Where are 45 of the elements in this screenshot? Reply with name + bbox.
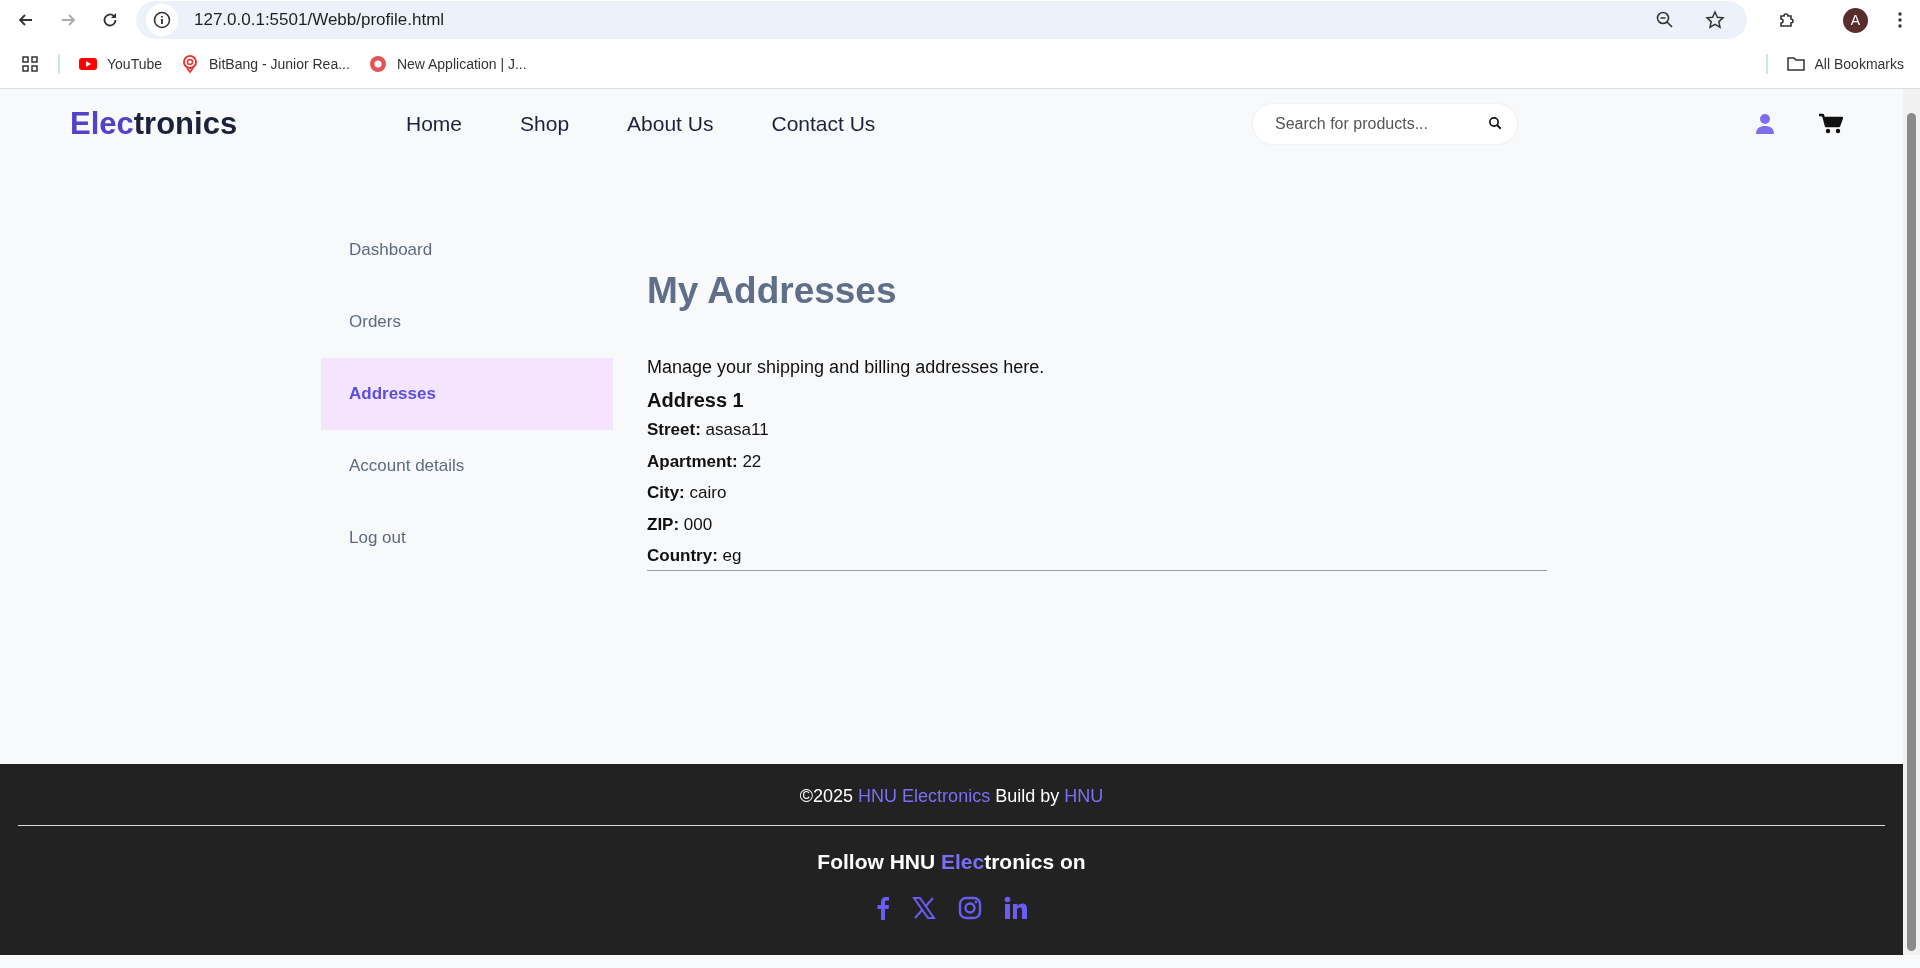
- zoom-out-icon[interactable]: [1655, 10, 1675, 30]
- scrollbar[interactable]: [1903, 89, 1920, 955]
- facebook-icon[interactable]: [875, 896, 890, 920]
- sidebar-item[interactable]: Account details: [321, 430, 613, 502]
- linkedin-icon[interactable]: [1003, 896, 1028, 920]
- copyright-text: ©2025 HNU Electronics Build by HNU: [799, 786, 1104, 807]
- instagram-icon[interactable]: [957, 896, 982, 920]
- all-bookmarks-button[interactable]: All Bookmarks: [1785, 54, 1904, 74]
- address-field: ZIP: 000: [647, 514, 1547, 546]
- footer-link[interactable]: HNU Electronics: [858, 786, 991, 806]
- address-field: City: cairo: [647, 483, 1547, 515]
- search-field[interactable]: Search for products...: [1253, 104, 1517, 144]
- pin-icon: [180, 54, 200, 74]
- nav-link[interactable]: Shop: [520, 112, 570, 136]
- sidebar-item[interactable]: Addresses: [321, 358, 613, 430]
- nav-link[interactable]: About Us: [627, 112, 714, 136]
- address-field: Apartment: 22: [647, 451, 1547, 483]
- bookmark[interactable]: BitBang - Junior Rea...: [180, 54, 350, 74]
- sidebar-item[interactable]: Dashboard: [321, 214, 613, 286]
- info-icon[interactable]: [146, 4, 178, 36]
- address-heading: Address 1: [647, 389, 745, 412]
- profile-avatar[interactable]: A: [1843, 7, 1868, 33]
- sidebar-item[interactable]: Log out: [321, 502, 613, 574]
- cart-icon[interactable]: [1819, 113, 1843, 135]
- logo[interactable]: Electronics: [70, 106, 406, 142]
- apps-grid-icon[interactable]: [20, 54, 40, 74]
- star-icon[interactable]: [1705, 10, 1725, 30]
- bookmark[interactable]: YouTube: [78, 54, 162, 74]
- address-field: Country: eg: [647, 546, 1547, 578]
- circle-icon: [367, 54, 388, 74]
- nav-link[interactable]: Home: [406, 112, 463, 136]
- folder-icon: [1785, 54, 1806, 74]
- address-bar[interactable]: 127.0.0.1:5501/Webb/profile.html: [136, 1, 1747, 39]
- footer-link[interactable]: HNU: [1064, 786, 1104, 806]
- address-field: Street: asasa11: [647, 420, 1547, 452]
- user-icon[interactable]: [1755, 113, 1775, 135]
- search-icon[interactable]: [1488, 116, 1503, 131]
- page-title: My Addresses: [647, 270, 898, 312]
- sidebar-item[interactable]: Orders: [321, 286, 613, 358]
- bookmark[interactable]: New Application | J...: [367, 54, 527, 74]
- nav-link[interactable]: Contact Us: [771, 112, 876, 136]
- x-icon[interactable]: [911, 896, 936, 920]
- intro-text: Manage your shipping and billing addresses here.: [647, 357, 1046, 378]
- puzzle-icon[interactable]: [1777, 10, 1797, 30]
- follow-heading: Follow HNU Electronics on: [817, 850, 1086, 874]
